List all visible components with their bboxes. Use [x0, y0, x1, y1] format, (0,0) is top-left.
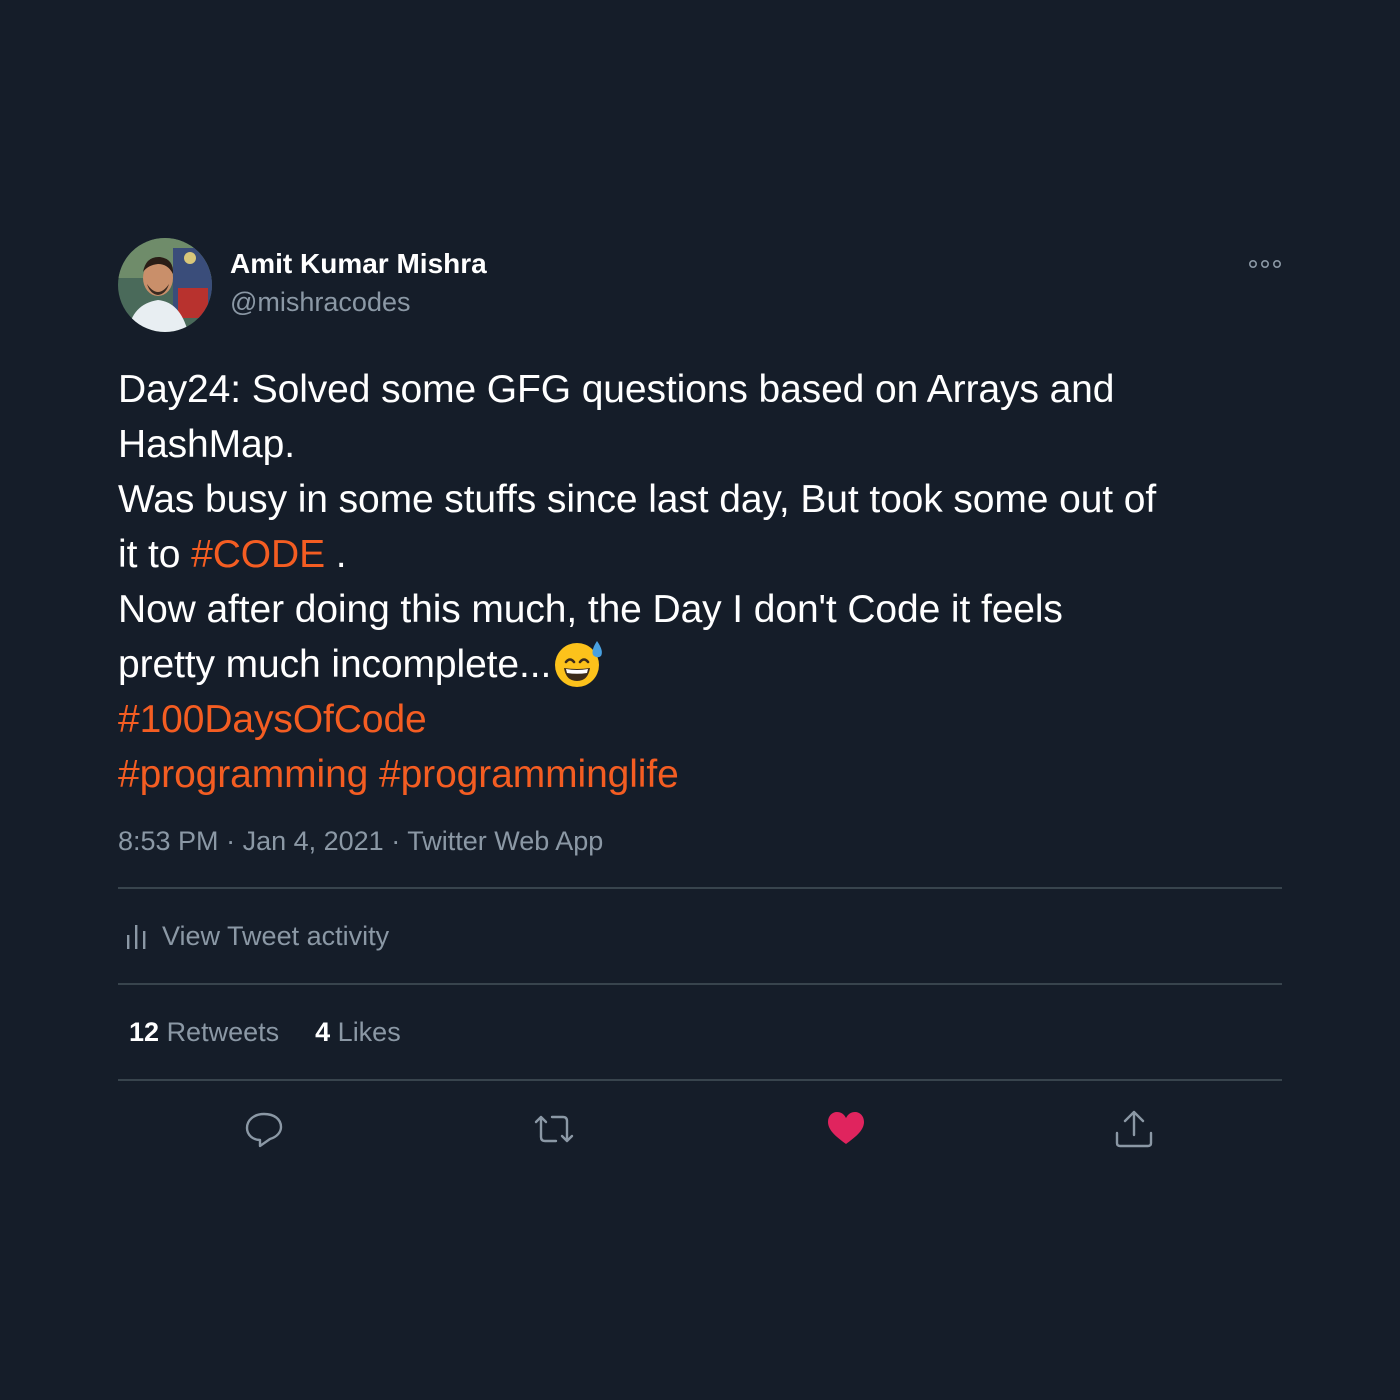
meta-separator: ·	[391, 826, 408, 856]
view-tweet-activity-label: View Tweet activity	[162, 920, 390, 951]
tweet-text-line: #100DaysOfCode	[118, 692, 1282, 747]
tweet-text-segment: it to	[118, 533, 192, 576]
likes-label: Likes	[337, 1016, 401, 1047]
retweets-stat[interactable]: 12 Retweets	[129, 1017, 279, 1048]
tweet-text-line: Was busy in some stuffs since last day, …	[118, 472, 1282, 527]
hashtag-link[interactable]: #programminglife	[379, 753, 679, 796]
share-icon[interactable]	[1114, 1109, 1154, 1149]
tweet-text-segment: HashMap.	[118, 423, 295, 466]
avatar[interactable]	[118, 238, 212, 332]
hashtag-link[interactable]: #programming	[118, 753, 368, 796]
likes-count: 4	[315, 1016, 331, 1047]
retweets-label: Retweets	[166, 1016, 280, 1047]
tweet-time[interactable]: 8:53 PM	[118, 826, 219, 856]
hashtag-link[interactable]: #100DaysOfCode	[118, 698, 427, 741]
meta-separator: ·	[226, 826, 243, 856]
tweet-meta: 8:53 PM · Jan 4, 2021 · Twitter Web App	[118, 824, 1282, 858]
tweet-text-line: it to #CODE .	[118, 527, 1282, 582]
tweet-text-segment: Now after doing this much, the Day I don…	[118, 588, 1063, 631]
retweets-count: 12	[129, 1016, 160, 1047]
hashtag-link[interactable]: #CODE	[191, 533, 325, 576]
tweet-text-line: HashMap.	[118, 417, 1282, 472]
view-tweet-activity-link[interactable]: View Tweet activity	[118, 889, 1282, 983]
tweet-text-segment: Was busy in some stuffs since last day, …	[118, 478, 1157, 521]
tweet-stats: 12 Retweets 4 Likes	[118, 985, 1282, 1079]
tweet-header: Amit Kumar Mishra @mishracodes	[118, 238, 1282, 332]
tweet-text-line: Day24: Solved some GFG questions based o…	[118, 362, 1282, 417]
likes-stat[interactable]: 4 Likes	[315, 1017, 401, 1048]
tweet-text-line: #programming #programminglife	[118, 747, 1282, 802]
reply-icon[interactable]	[244, 1109, 284, 1149]
heart-icon[interactable]	[826, 1109, 866, 1149]
author-names: Amit Kumar Mishra @mishracodes	[230, 248, 487, 318]
author-handle[interactable]: @mishracodes	[230, 286, 487, 318]
tweet-date[interactable]: Jan 4, 2021	[243, 826, 384, 856]
author-display-name[interactable]: Amit Kumar Mishra	[230, 248, 487, 280]
tweet-text: Day24: Solved some GFG questions based o…	[118, 362, 1282, 802]
tweet-text-line: Now after doing this much, the Day I don…	[118, 582, 1282, 637]
tweet-card: Amit Kumar Mishra @mishracodes Day24: So…	[118, 238, 1282, 1177]
retweet-icon[interactable]	[532, 1109, 574, 1149]
tweet-text-segment	[368, 753, 379, 796]
tweet-text-segment: Day24: Solved some GFG questions based o…	[118, 368, 1115, 411]
grinning-face-with-sweat-emoji	[555, 641, 603, 687]
more-options-icon[interactable]	[1248, 252, 1282, 276]
tweet-text-segment: pretty much incomplete...	[118, 643, 552, 686]
tweet-text-segment: .	[324, 533, 347, 576]
tweet-source[interactable]: Twitter Web App	[407, 826, 603, 856]
tweet-text-line: pretty much incomplete...	[118, 637, 1282, 692]
tweet-actions	[118, 1081, 1282, 1177]
bar-chart-icon	[127, 925, 146, 949]
